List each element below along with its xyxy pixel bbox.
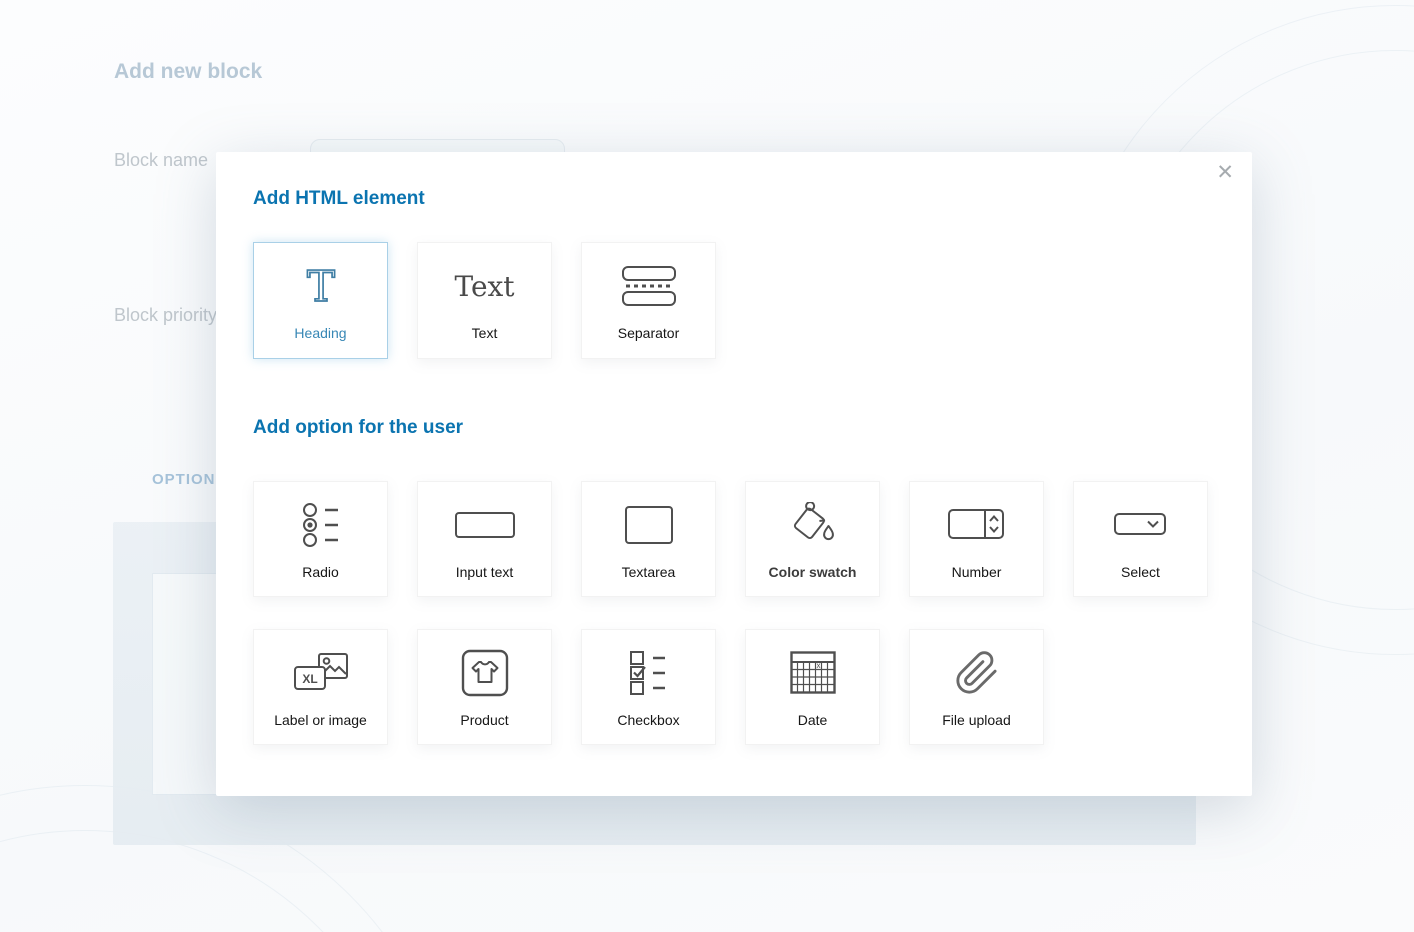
card-label-or-image[interactable]: XL Label or image — [253, 629, 388, 745]
card-radio[interactable]: Radio — [253, 481, 388, 597]
option-cards-row-1: Radio Input text Textarea — [253, 481, 1208, 597]
close-icon[interactable]: ✕ — [1216, 162, 1234, 183]
card-number[interactable]: Number — [909, 481, 1044, 597]
card-label: Radio — [302, 564, 339, 580]
options-section-label: OPTION — [152, 471, 216, 488]
card-text[interactable]: Text Text — [417, 242, 552, 359]
file-upload-icon — [954, 647, 1000, 699]
checkbox-icon — [627, 647, 671, 699]
number-icon — [947, 499, 1007, 551]
card-heading[interactable]: T Heading — [253, 242, 388, 359]
card-label: Product — [460, 712, 508, 728]
card-label: Text — [472, 325, 498, 341]
page-title: Add new block — [114, 60, 262, 84]
card-label: Select — [1121, 564, 1160, 580]
page-background: Add new block Block name Block priority … — [0, 0, 1414, 932]
card-label: Input text — [456, 564, 514, 580]
card-label: Checkbox — [617, 712, 679, 728]
color-swatch-icon — [788, 499, 838, 551]
separator-icon — [621, 260, 677, 312]
card-label: File upload — [942, 712, 1011, 728]
card-label: Date — [798, 712, 828, 728]
card-textarea[interactable]: Textarea — [581, 481, 716, 597]
block-priority-label: Block priority — [114, 305, 217, 326]
card-input-text[interactable]: Input text — [417, 481, 552, 597]
card-label: Label or image — [274, 712, 367, 728]
html-section-title: Add HTML element — [253, 188, 1208, 210]
date-icon: x — [789, 647, 837, 699]
card-checkbox[interactable]: Checkbox — [581, 629, 716, 745]
card-label: Separator — [618, 325, 679, 341]
card-label: Heading — [294, 325, 346, 341]
card-label: Number — [952, 564, 1002, 580]
product-icon — [461, 647, 509, 699]
select-icon — [1113, 499, 1169, 551]
textarea-icon — [624, 499, 674, 551]
heading-icon: T — [300, 260, 342, 312]
card-select[interactable]: Select — [1073, 481, 1208, 597]
card-label: Color swatch — [769, 564, 857, 580]
text-icon: Text — [454, 260, 514, 312]
card-product[interactable]: Product — [417, 629, 552, 745]
svg-text:XL: XL — [302, 672, 317, 686]
add-element-modal: ✕ Add HTML element T Heading Text Text — [216, 152, 1252, 796]
card-separator[interactable]: Separator — [581, 242, 716, 359]
input-text-icon — [454, 499, 516, 551]
svg-text:x: x — [816, 661, 820, 670]
radio-icon — [299, 499, 343, 551]
card-label: Textarea — [622, 564, 676, 580]
block-name-label: Block name — [114, 150, 208, 171]
card-file-upload[interactable]: File upload — [909, 629, 1044, 745]
svg-text:T: T — [306, 262, 334, 310]
card-date[interactable]: x Date — [745, 629, 880, 745]
html-cards-row: T Heading Text Text — [253, 242, 1208, 359]
label-or-image-icon: XL — [292, 647, 350, 699]
option-cards-row-2: XL Label or image Product — [253, 629, 1208, 745]
options-section-title: Add option for the user — [253, 417, 1208, 439]
card-color-swatch[interactable]: Color swatch — [745, 481, 880, 597]
